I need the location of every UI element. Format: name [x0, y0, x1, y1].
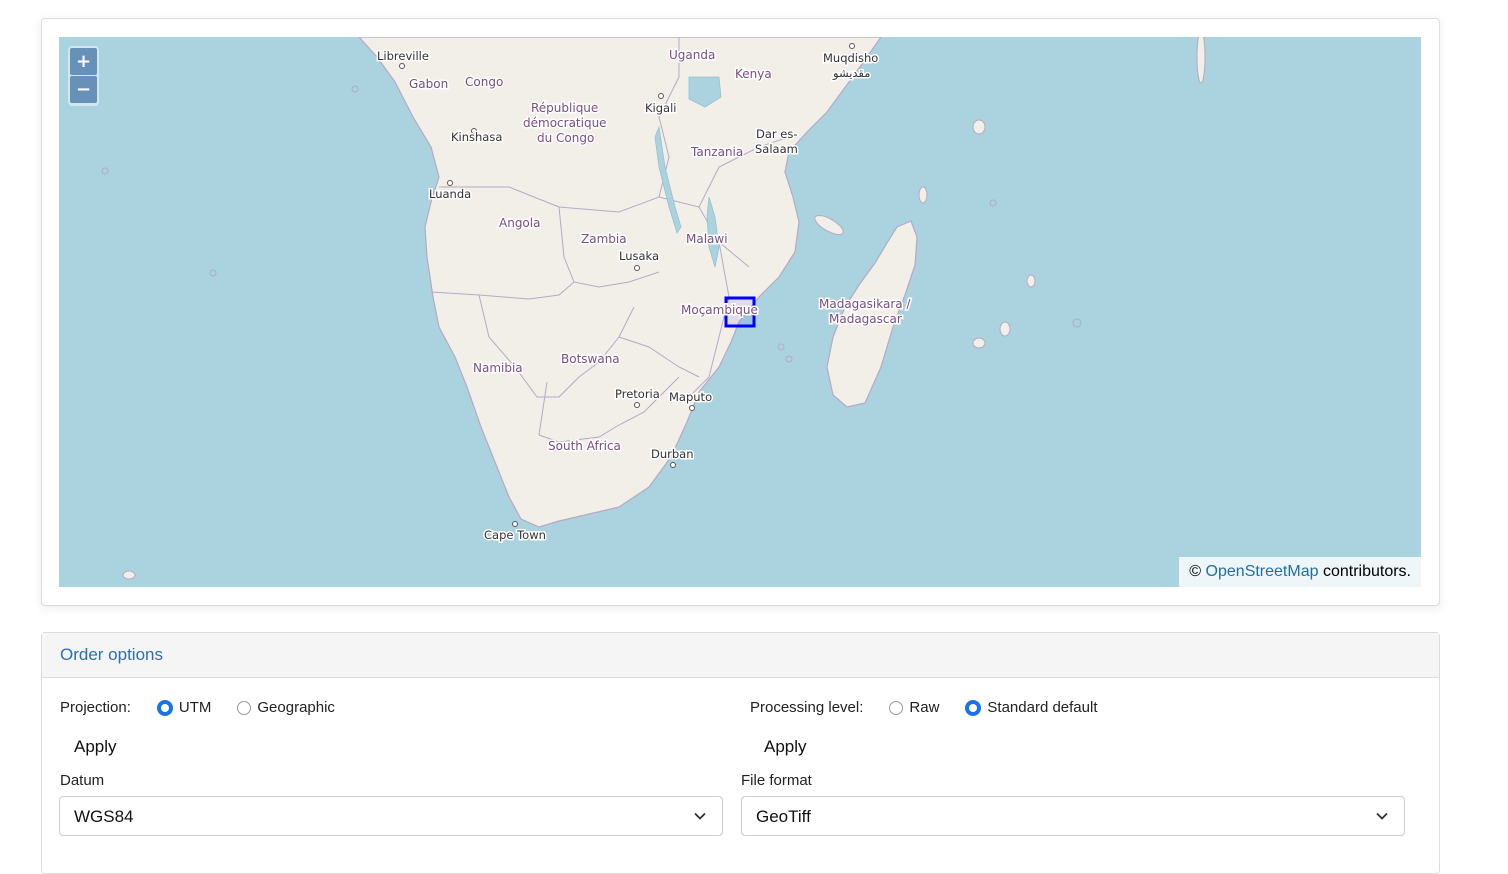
processing-standard-label: Standard default: [987, 699, 1098, 716]
island: [1026, 274, 1036, 288]
file-format-value: GeoTiff: [756, 807, 811, 826]
city-label: Kigali: [645, 101, 676, 115]
island: [777, 343, 785, 351]
island: [972, 119, 986, 135]
processing-apply-button[interactable]: Apply: [750, 733, 821, 761]
city-label: مقديشو: [832, 66, 870, 81]
processing-standard-option[interactable]: Standard default: [965, 699, 1098, 716]
map-label: Gabon: [409, 77, 448, 91]
datum-label: Datum: [60, 772, 105, 789]
openstreetmap-link[interactable]: OpenStreetMap: [1206, 563, 1319, 580]
city-label: Salaam: [755, 142, 798, 156]
attribution-suffix: contributors.: [1322, 563, 1411, 580]
map-label: Madagasikara /: [819, 297, 911, 311]
radio-unchecked-icon[interactable]: [237, 700, 252, 715]
projection-options: Projection: UTM Geographic: [60, 699, 361, 716]
projection-label: Projection:: [60, 699, 131, 716]
city-label: Cape Town: [484, 528, 546, 542]
map-label: Uganda: [669, 48, 715, 62]
map-label: Moçambique: [681, 303, 758, 317]
city-label: Luanda: [429, 187, 471, 201]
chevron-down-icon: [694, 812, 706, 820]
africa-landmass: [358, 37, 882, 528]
map-label: Congo: [465, 75, 503, 89]
map-label: Tanzania: [690, 145, 743, 159]
city-label: Durban: [651, 447, 694, 461]
island: [351, 85, 359, 93]
map-label: République: [531, 101, 598, 115]
chevron-down-icon: [1376, 812, 1388, 820]
basemap: Gabon Congo République démocratique du C…: [101, 37, 1206, 580]
island: [785, 355, 793, 363]
city-label: Muqdisho: [823, 51, 878, 65]
projection-utm-label: UTM: [178, 699, 212, 716]
attribution-prefix: ©: [1189, 563, 1202, 580]
processing-raw-option[interactable]: Raw: [889, 699, 939, 716]
projection-apply-button[interactable]: Apply: [60, 733, 131, 761]
map-label: Zambia: [581, 232, 627, 246]
processing-raw-label: Raw: [909, 699, 940, 716]
city-label: Maputo: [669, 390, 712, 404]
map-label: démocratique: [523, 116, 607, 130]
datum-value: WGS84: [74, 807, 134, 826]
zoom-in-button[interactable]: +: [70, 48, 97, 75]
radio-checked-icon[interactable]: [156, 699, 173, 716]
city-label: Dar es-: [756, 127, 798, 141]
map-label: Malawi: [686, 232, 728, 246]
island: [1072, 318, 1082, 328]
order-options-panel: Order options Projection: UTM Geographic…: [41, 632, 1440, 874]
map-label: Angola: [499, 216, 540, 230]
map-view[interactable]: Gabon Congo République démocratique du C…: [59, 37, 1421, 587]
city-label: Libreville: [377, 49, 429, 63]
file-format-label: File format: [741, 772, 812, 789]
processing-level-label: Processing level:: [750, 699, 864, 716]
map-label: Namibia: [473, 361, 523, 375]
map-label: du Congo: [537, 131, 594, 145]
island: [101, 167, 109, 175]
island: [209, 269, 217, 277]
map-label: Madagascar: [829, 312, 902, 326]
island: [972, 337, 986, 349]
city-label: Pretoria: [615, 387, 660, 401]
projection-geographic-label: Geographic: [257, 699, 335, 716]
island: [989, 199, 997, 207]
zoom-out-button[interactable]: −: [70, 76, 97, 103]
radio-checked-icon[interactable]: [965, 699, 982, 716]
file-format-select[interactable]: GeoTiff: [741, 796, 1405, 836]
city-label: Lusaka: [619, 249, 659, 263]
map-attribution: © OpenStreetMap contributors.: [1179, 557, 1421, 587]
processing-level-options: Processing level: Raw Standard default: [750, 699, 1124, 716]
map-label: Kenya: [735, 67, 772, 81]
map-label: South Africa: [548, 439, 621, 453]
island: [122, 570, 136, 580]
datum-select[interactable]: WGS84: [59, 796, 723, 836]
comoros-island: [814, 214, 844, 236]
map-panel: Gabon Congo République démocratique du C…: [41, 18, 1440, 606]
order-options-title: Order options: [42, 633, 1439, 678]
map-label: Botswana: [561, 352, 620, 366]
city-label: Kinshasa: [451, 130, 502, 144]
projection-utm-option[interactable]: UTM: [156, 699, 212, 716]
zoom-control: + −: [68, 46, 99, 106]
island: [999, 321, 1011, 337]
projection-geographic-option[interactable]: Geographic: [237, 699, 335, 716]
radio-unchecked-icon[interactable]: [889, 700, 904, 715]
island: [918, 186, 928, 204]
island: [1196, 37, 1206, 84]
